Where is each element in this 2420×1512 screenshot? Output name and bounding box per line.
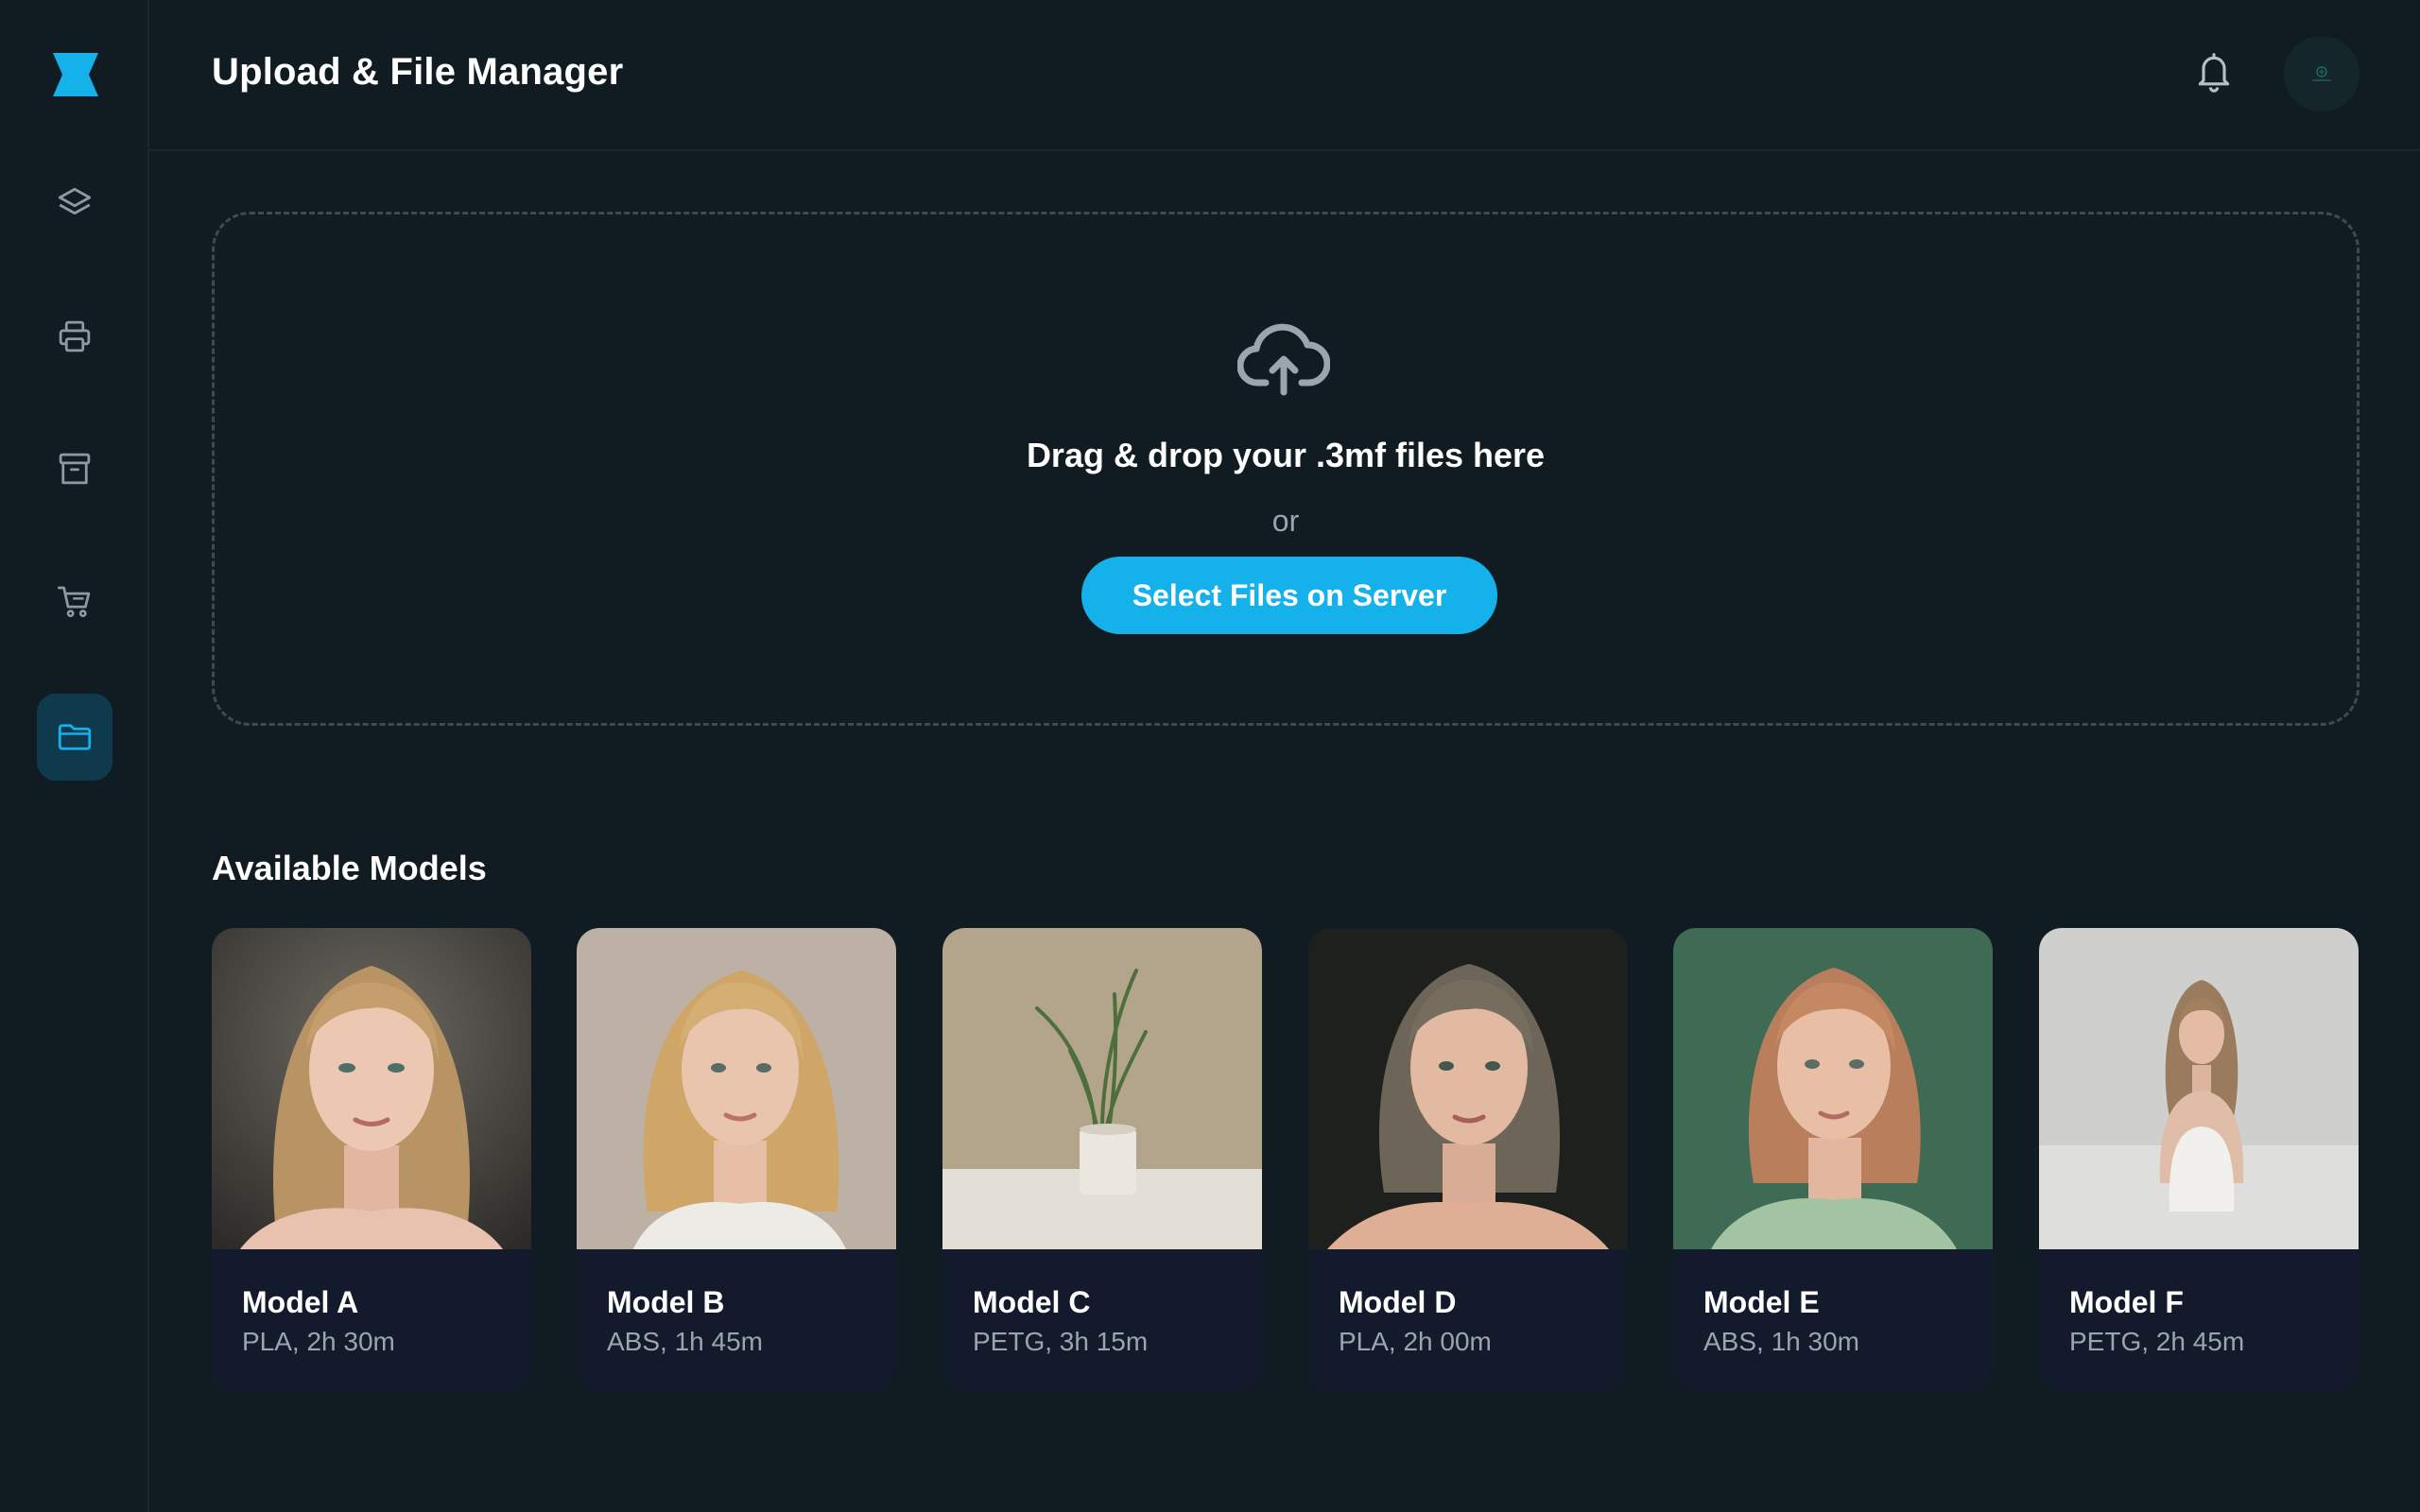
model-thumbnail [1308,928,1628,1249]
sidebar-item-archive[interactable] [37,425,112,512]
page-title: Upload & File Manager [212,51,624,93]
model-card[interactable]: Model D PLA, 2h 00m [1308,928,1628,1391]
layers-icon [58,187,92,215]
model-card[interactable]: Model B ABS, 1h 45m [577,928,896,1391]
model-name: Model B [607,1285,725,1319]
section-title-models: Available Models [212,849,487,887]
model-thumbnail [2039,928,2359,1249]
model-thumbnail [942,928,1262,1249]
model-meta: PETG, 3h 15m [973,1327,1149,1356]
model-meta: ABS, 1h 30m [1703,1327,1859,1356]
folder-icon [58,724,92,750]
select-files-button[interactable]: Select Files on Server [1081,557,1497,634]
sidebar-item-layers[interactable] [37,161,112,248]
archive-icon [59,453,91,485]
model-meta: PLA, 2h 00m [1339,1327,1492,1356]
app-root: Upload & File Manager Drag & drop your .… [0,0,2420,1512]
upload-dropzone[interactable]: Drag & drop your .3mf files here or Sele… [212,212,2360,726]
model-card[interactable]: Model F PETG, 2h 45m [2039,928,2359,1391]
model-card[interactable]: Model E ABS, 1h 30m [1673,928,1993,1391]
model-name: Model A [242,1285,359,1319]
top-header: Upload & File Manager [149,0,2420,151]
bell-icon[interactable] [2193,49,2235,94]
sidebar-item-shop[interactable] [37,558,112,644]
model-meta: PETG, 2h 45m [2069,1327,2245,1356]
printer-icon [59,320,91,352]
model-name: Model E [1703,1285,1820,1319]
sidebar-item-files[interactable] [37,694,112,781]
model-card[interactable]: Model C PETG, 3h 15m [942,928,1262,1391]
model-card[interactable]: Model A PLA, 2h 30m [212,928,531,1391]
model-meta: PLA, 2h 30m [242,1327,395,1356]
cart-icon [57,586,91,618]
model-thumbnail [1673,928,1993,1249]
sidebar [0,0,149,1512]
sidebar-item-printers[interactable] [37,293,112,380]
dropzone-or-label: or [1271,504,1300,538]
dropzone-title: Drag & drop your .3mf files here [1026,436,1546,474]
cloud-upload-icon [1236,318,1331,396]
model-name: Model D [1339,1285,1457,1319]
model-name: Model F [2069,1285,2184,1319]
model-meta: ABS, 1h 45m [607,1327,763,1356]
avatar-logo-icon [2312,66,2331,81]
avatar[interactable] [2284,36,2360,112]
model-name: Model C [973,1285,1091,1319]
logo-icon[interactable] [51,51,100,98]
model-thumbnail [212,928,531,1249]
model-thumbnail [577,928,896,1249]
